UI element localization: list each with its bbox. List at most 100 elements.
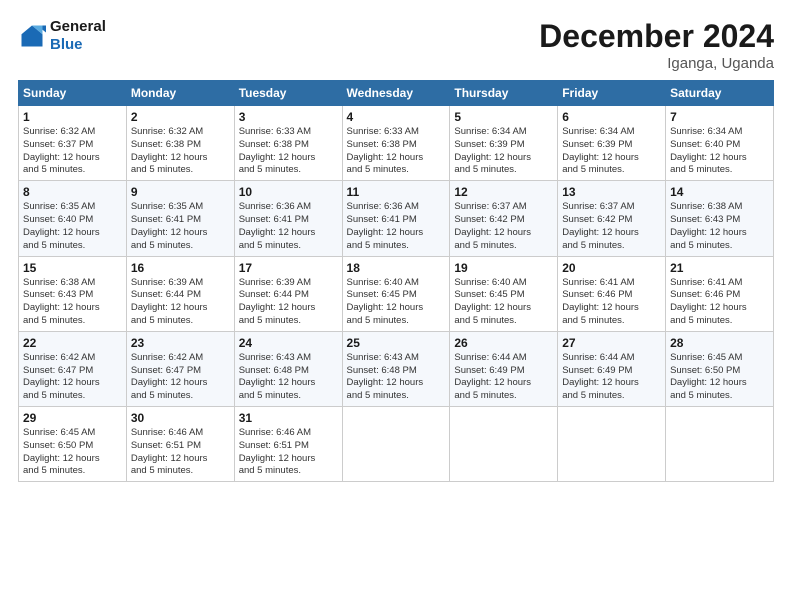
calendar-cell xyxy=(666,407,774,482)
calendar-week-5: 29Sunrise: 6:45 AM Sunset: 6:50 PM Dayli… xyxy=(19,407,774,482)
day-number: 1 xyxy=(23,110,122,124)
subtitle: Iganga, Uganda xyxy=(539,55,774,72)
calendar-cell: 30 Sunrise: 6:46 AM Sunset: 6:51 PM Dayli… xyxy=(126,407,234,482)
calendar-cell: 15 Sunrise: 6:38 AM Sunset: 6:43 PM Dayli… xyxy=(19,256,127,331)
calendar-cell: 22Sunrise: 6:42 AM Sunset: 6:47 PM Dayli… xyxy=(19,331,127,406)
calendar-cell: 29Sunrise: 6:45 AM Sunset: 6:50 PM Dayli… xyxy=(19,407,127,482)
calendar-table: SundayMondayTuesdayWednesdayThursdayFrid… xyxy=(18,80,774,482)
calendar-cell: 13 Sunrise: 6:37 AM Sunset: 6:42 PM Dayli… xyxy=(558,181,666,256)
day-info: Sunrise: 6:42 AM Sunset: 6:47 PM Dayligh… xyxy=(131,352,230,403)
calendar-cell: 25 Sunrise: 6:43 AM Sunset: 6:48 PM Dayli… xyxy=(342,331,450,406)
day-number: 21 xyxy=(670,261,769,275)
calendar-cell: 12 Sunrise: 6:37 AM Sunset: 6:42 PM Dayli… xyxy=(450,181,558,256)
day-info: Sunrise: 6:37 AM Sunset: 6:42 PM Dayligh… xyxy=(562,201,661,252)
day-number: 7 xyxy=(670,110,769,124)
day-number: 26 xyxy=(454,336,553,350)
day-header-sunday: Sunday xyxy=(19,81,127,106)
calendar-cell xyxy=(342,407,450,482)
calendar-cell: 23 Sunrise: 6:42 AM Sunset: 6:47 PM Dayli… xyxy=(126,331,234,406)
day-info: Sunrise: 6:41 AM Sunset: 6:46 PM Dayligh… xyxy=(562,277,661,328)
calendar-cell: 31 Sunrise: 6:46 AM Sunset: 6:51 PM Dayli… xyxy=(234,407,342,482)
day-info: Sunrise: 6:40 AM Sunset: 6:45 PM Dayligh… xyxy=(454,277,553,328)
day-number: 10 xyxy=(239,185,338,199)
calendar-cell: 16 Sunrise: 6:39 AM Sunset: 6:44 PM Dayli… xyxy=(126,256,234,331)
day-info: Sunrise: 6:39 AM Sunset: 6:44 PM Dayligh… xyxy=(239,277,338,328)
header: General Blue December 2024 Iganga, Ugand… xyxy=(18,18,774,72)
calendar-body: 1Sunrise: 6:32 AM Sunset: 6:37 PM Daylig… xyxy=(19,106,774,482)
calendar-cell: 6 Sunrise: 6:34 AM Sunset: 6:39 PM Daylig… xyxy=(558,106,666,181)
day-info: Sunrise: 6:36 AM Sunset: 6:41 PM Dayligh… xyxy=(239,201,338,252)
day-info: Sunrise: 6:32 AM Sunset: 6:38 PM Dayligh… xyxy=(131,126,230,177)
day-info: Sunrise: 6:34 AM Sunset: 6:39 PM Dayligh… xyxy=(562,126,661,177)
day-info: Sunrise: 6:33 AM Sunset: 6:38 PM Dayligh… xyxy=(239,126,338,177)
calendar-cell: 20 Sunrise: 6:41 AM Sunset: 6:46 PM Dayli… xyxy=(558,256,666,331)
calendar-cell: 8 Sunrise: 6:35 AM Sunset: 6:40 PM Daylig… xyxy=(19,181,127,256)
day-number: 4 xyxy=(347,110,446,124)
day-info: Sunrise: 6:43 AM Sunset: 6:48 PM Dayligh… xyxy=(239,352,338,403)
day-info: Sunrise: 6:44 AM Sunset: 6:49 PM Dayligh… xyxy=(454,352,553,403)
day-info: Sunrise: 6:39 AM Sunset: 6:44 PM Dayligh… xyxy=(131,277,230,328)
day-number: 3 xyxy=(239,110,338,124)
calendar-cell: 11 Sunrise: 6:36 AM Sunset: 6:41 PM Dayli… xyxy=(342,181,450,256)
day-number: 6 xyxy=(562,110,661,124)
day-header-wednesday: Wednesday xyxy=(342,81,450,106)
calendar-week-1: 1Sunrise: 6:32 AM Sunset: 6:37 PM Daylig… xyxy=(19,106,774,181)
main-title: December 2024 xyxy=(539,18,774,55)
day-info: Sunrise: 6:36 AM Sunset: 6:41 PM Dayligh… xyxy=(347,201,446,252)
day-number: 17 xyxy=(239,261,338,275)
day-header-saturday: Saturday xyxy=(666,81,774,106)
day-number: 31 xyxy=(239,411,338,425)
day-number: 16 xyxy=(131,261,230,275)
day-info: Sunrise: 6:35 AM Sunset: 6:40 PM Dayligh… xyxy=(23,201,122,252)
calendar-week-3: 15 Sunrise: 6:38 AM Sunset: 6:43 PM Dayli… xyxy=(19,256,774,331)
day-info: Sunrise: 6:45 AM Sunset: 6:50 PM Dayligh… xyxy=(23,427,122,478)
calendar-cell: 1Sunrise: 6:32 AM Sunset: 6:37 PM Daylig… xyxy=(19,106,127,181)
day-info: Sunrise: 6:37 AM Sunset: 6:42 PM Dayligh… xyxy=(454,201,553,252)
calendar-cell: 17 Sunrise: 6:39 AM Sunset: 6:44 PM Dayli… xyxy=(234,256,342,331)
calendar-cell: 18 Sunrise: 6:40 AM Sunset: 6:45 PM Dayli… xyxy=(342,256,450,331)
calendar-week-4: 22Sunrise: 6:42 AM Sunset: 6:47 PM Dayli… xyxy=(19,331,774,406)
calendar-week-2: 8 Sunrise: 6:35 AM Sunset: 6:40 PM Daylig… xyxy=(19,181,774,256)
day-number: 27 xyxy=(562,336,661,350)
day-number: 28 xyxy=(670,336,769,350)
day-header-tuesday: Tuesday xyxy=(234,81,342,106)
day-info: Sunrise: 6:35 AM Sunset: 6:41 PM Dayligh… xyxy=(131,201,230,252)
day-number: 12 xyxy=(454,185,553,199)
logo-icon xyxy=(18,22,46,50)
calendar-cell: 28 Sunrise: 6:45 AM Sunset: 6:50 PM Dayli… xyxy=(666,331,774,406)
title-block: December 2024 Iganga, Uganda xyxy=(539,18,774,72)
day-number: 13 xyxy=(562,185,661,199)
day-number: 14 xyxy=(670,185,769,199)
day-info: Sunrise: 6:33 AM Sunset: 6:38 PM Dayligh… xyxy=(347,126,446,177)
calendar-cell: 9Sunrise: 6:35 AM Sunset: 6:41 PM Daylig… xyxy=(126,181,234,256)
day-info: Sunrise: 6:38 AM Sunset: 6:43 PM Dayligh… xyxy=(23,277,122,328)
day-info: Sunrise: 6:43 AM Sunset: 6:48 PM Dayligh… xyxy=(347,352,446,403)
calendar-cell: 3 Sunrise: 6:33 AM Sunset: 6:38 PM Daylig… xyxy=(234,106,342,181)
day-info: Sunrise: 6:40 AM Sunset: 6:45 PM Dayligh… xyxy=(347,277,446,328)
calendar-cell: 26 Sunrise: 6:44 AM Sunset: 6:49 PM Dayli… xyxy=(450,331,558,406)
day-info: Sunrise: 6:45 AM Sunset: 6:50 PM Dayligh… xyxy=(670,352,769,403)
day-number: 8 xyxy=(23,185,122,199)
day-header-monday: Monday xyxy=(126,81,234,106)
day-number: 19 xyxy=(454,261,553,275)
day-number: 18 xyxy=(347,261,446,275)
day-info: Sunrise: 6:34 AM Sunset: 6:40 PM Dayligh… xyxy=(670,126,769,177)
day-number: 20 xyxy=(562,261,661,275)
day-header-thursday: Thursday xyxy=(450,81,558,106)
page: General Blue December 2024 Iganga, Ugand… xyxy=(0,0,792,612)
calendar-cell: 21 Sunrise: 6:41 AM Sunset: 6:46 PM Dayli… xyxy=(666,256,774,331)
calendar-cell: 7 Sunrise: 6:34 AM Sunset: 6:40 PM Daylig… xyxy=(666,106,774,181)
day-number: 25 xyxy=(347,336,446,350)
day-info: Sunrise: 6:41 AM Sunset: 6:46 PM Dayligh… xyxy=(670,277,769,328)
day-info: Sunrise: 6:34 AM Sunset: 6:39 PM Dayligh… xyxy=(454,126,553,177)
calendar-cell: 19 Sunrise: 6:40 AM Sunset: 6:45 PM Dayli… xyxy=(450,256,558,331)
day-number: 23 xyxy=(131,336,230,350)
day-number: 15 xyxy=(23,261,122,275)
day-number: 11 xyxy=(347,185,446,199)
day-number: 30 xyxy=(131,411,230,425)
day-info: Sunrise: 6:46 AM Sunset: 6:51 PM Dayligh… xyxy=(239,427,338,478)
day-number: 2 xyxy=(131,110,230,124)
calendar-cell: 14Sunrise: 6:38 AM Sunset: 6:43 PM Dayli… xyxy=(666,181,774,256)
day-info: Sunrise: 6:46 AM Sunset: 6:51 PM Dayligh… xyxy=(131,427,230,478)
day-info: Sunrise: 6:42 AM Sunset: 6:47 PM Dayligh… xyxy=(23,352,122,403)
